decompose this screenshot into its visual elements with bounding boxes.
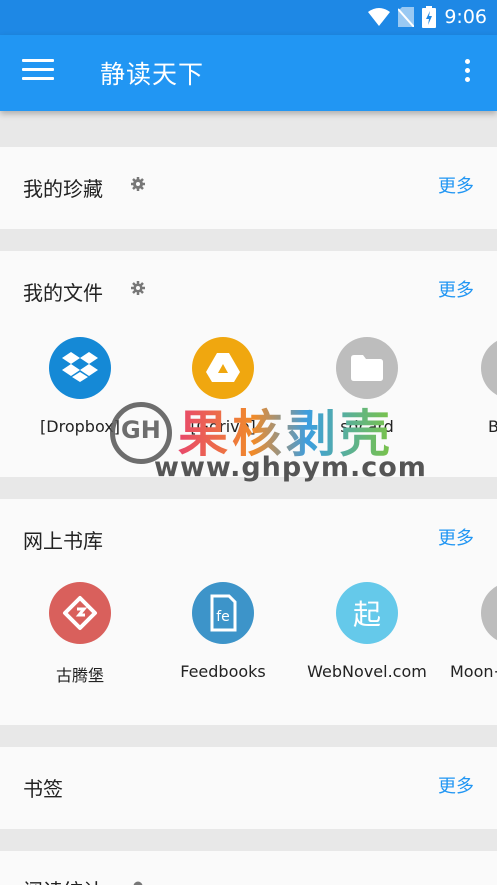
favorites-more-link[interactable]: 更多 bbox=[438, 172, 474, 198]
library-item-partial[interactable]: Moon+ bbox=[441, 582, 497, 681]
file-item-gdrive[interactable]: [Gdrive] bbox=[153, 337, 293, 436]
app-title: 静读天下 bbox=[100, 60, 205, 89]
file-item-label: [Dropbox] bbox=[40, 417, 120, 436]
webnovel-icon: 起 bbox=[336, 582, 398, 644]
bookmarks-more-link[interactable]: 更多 bbox=[438, 772, 474, 798]
svg-text:fe: fe bbox=[216, 609, 230, 625]
file-item-label: sdcard bbox=[340, 417, 394, 436]
library-item-gutenberg[interactable]: 古腾堡 bbox=[10, 582, 150, 686]
files-more-link[interactable]: 更多 bbox=[438, 276, 474, 302]
files-title: 我的文件 bbox=[23, 281, 103, 305]
files-section: 我的文件 更多 [Dropbox] [Gdrive] sdcard B bbox=[0, 251, 497, 477]
status-time: 9:06 bbox=[444, 6, 487, 28]
no-sim-icon bbox=[398, 7, 415, 27]
gutenberg-icon bbox=[49, 582, 111, 644]
library-section: 网上书库 更多 古腾堡 fe Feedbooks 起 WebNovel.com … bbox=[0, 499, 497, 725]
file-item-partial[interactable]: B bbox=[441, 337, 497, 436]
favorites-title: 我的珍藏 bbox=[23, 177, 103, 201]
favorites-settings-gear-icon[interactable] bbox=[131, 177, 145, 191]
library-more-link[interactable]: 更多 bbox=[438, 524, 474, 550]
status-bar: 9:06 bbox=[0, 0, 497, 35]
folder-icon bbox=[481, 337, 497, 399]
library-item-label: WebNovel.com bbox=[307, 662, 427, 681]
library-item-label: 古腾堡 bbox=[55, 666, 104, 685]
menu-icon[interactable] bbox=[22, 59, 54, 87]
library-item-label: Feedbooks bbox=[180, 662, 266, 681]
feedbooks-icon: fe bbox=[192, 582, 254, 644]
file-item-label: B bbox=[488, 417, 497, 436]
stats-title: 阅读统计 bbox=[23, 875, 103, 885]
folder-icon bbox=[336, 337, 398, 399]
bookmarks-title: 书签 bbox=[23, 777, 63, 801]
library-item-feedbooks[interactable]: fe Feedbooks bbox=[153, 582, 293, 681]
files-settings-gear-icon[interactable] bbox=[131, 281, 145, 295]
moon-plus-icon bbox=[481, 582, 497, 644]
app-bar: 静读天下 bbox=[0, 35, 497, 111]
library-title: 网上书库 bbox=[23, 529, 103, 553]
webnovel-glyph: 起 bbox=[352, 598, 381, 631]
library-item-label: Moon+ bbox=[450, 662, 497, 681]
favorites-section: 我的珍藏 更多 bbox=[0, 147, 497, 229]
google-drive-icon bbox=[192, 337, 254, 399]
battery-charging-icon bbox=[422, 6, 437, 28]
stats-section: 阅读统计 bbox=[0, 851, 497, 885]
overflow-menu-icon[interactable] bbox=[463, 59, 471, 89]
stats-settings-gear-icon[interactable] bbox=[131, 879, 145, 885]
file-item-sdcard[interactable]: sdcard bbox=[297, 337, 437, 436]
wifi-icon bbox=[368, 8, 391, 26]
file-item-label: [Gdrive] bbox=[190, 417, 256, 436]
library-item-webnovel[interactable]: 起 WebNovel.com bbox=[297, 582, 437, 681]
file-item-dropbox[interactable]: [Dropbox] bbox=[10, 337, 150, 436]
bookmarks-section: 书签 更多 bbox=[0, 747, 497, 829]
dropbox-icon bbox=[49, 337, 111, 399]
